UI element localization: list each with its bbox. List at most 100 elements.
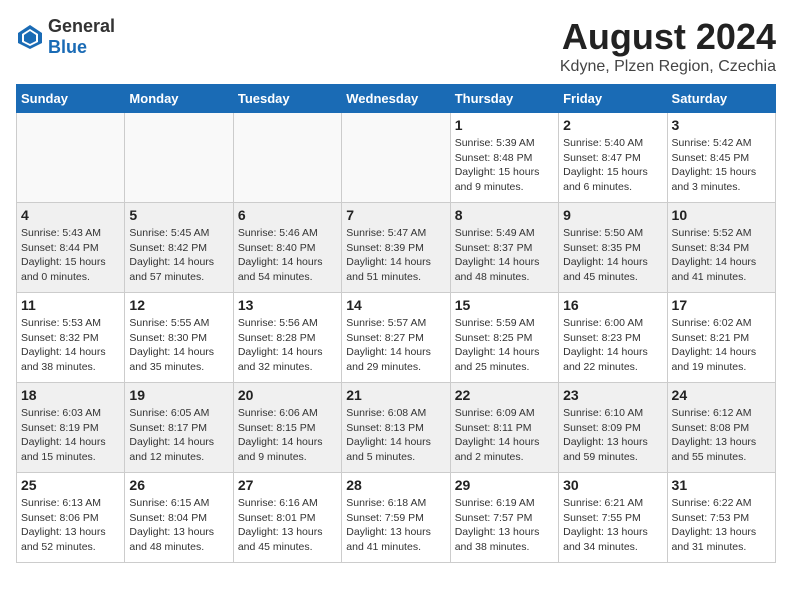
calendar-cell: 21 Sunrise: 6:08 AM Sunset: 8:13 PM Dayli… [342,383,450,473]
day-number: 13 [238,297,337,313]
calendar-cell: 22 Sunrise: 6:09 AM Sunset: 8:11 PM Dayli… [450,383,558,473]
day-info: Sunrise: 6:03 AM Sunset: 8:19 PM Dayligh… [21,406,120,465]
calendar-cell: 18 Sunrise: 6:03 AM Sunset: 8:19 PM Dayli… [17,383,125,473]
calendar-cell: 1 Sunrise: 5:39 AM Sunset: 8:48 PM Daylig… [450,113,558,203]
day-info: Sunrise: 6:18 AM Sunset: 7:59 PM Dayligh… [346,496,445,555]
day-info: Sunrise: 6:05 AM Sunset: 8:17 PM Dayligh… [129,406,228,465]
day-number: 15 [455,297,554,313]
day-number: 21 [346,387,445,403]
day-number: 19 [129,387,228,403]
day-number: 9 [563,207,662,223]
calendar-cell: 19 Sunrise: 6:05 AM Sunset: 8:17 PM Dayli… [125,383,233,473]
day-header-friday: Friday [559,85,667,113]
main-title: August 2024 [560,16,776,58]
day-info: Sunrise: 5:59 AM Sunset: 8:25 PM Dayligh… [455,316,554,375]
day-header-wednesday: Wednesday [342,85,450,113]
day-header-monday: Monday [125,85,233,113]
day-info: Sunrise: 6:22 AM Sunset: 7:53 PM Dayligh… [672,496,771,555]
calendar-cell: 8Sunrise: 5:49 AM Sunset: 8:37 PM Daylig… [450,203,558,293]
logo-blue: Blue [48,37,87,57]
day-info: Sunrise: 5:57 AM Sunset: 8:27 PM Dayligh… [346,316,445,375]
day-header-tuesday: Tuesday [233,85,341,113]
day-header-thursday: Thursday [450,85,558,113]
week-row-1: 1 Sunrise: 5:39 AM Sunset: 8:48 PM Daylig… [17,113,776,203]
day-number: 1 [455,117,554,133]
day-info: Sunrise: 6:08 AM Sunset: 8:13 PM Dayligh… [346,406,445,465]
calendar-cell [125,113,233,203]
day-info: Sunrise: 6:19 AM Sunset: 7:57 PM Dayligh… [455,496,554,555]
calendar-table: SundayMondayTuesdayWednesdayThursdayFrid… [16,84,776,563]
day-info: Sunrise: 5:46 AM Sunset: 8:40 PM Dayligh… [238,226,337,285]
header-row: SundayMondayTuesdayWednesdayThursdayFrid… [17,85,776,113]
day-number: 3 [672,117,771,133]
calendar-cell: 24Sunrise: 6:12 AM Sunset: 8:08 PM Dayli… [667,383,775,473]
day-number: 5 [129,207,228,223]
day-info: Sunrise: 6:06 AM Sunset: 8:15 PM Dayligh… [238,406,337,465]
day-number: 6 [238,207,337,223]
calendar-cell: 3 Sunrise: 5:42 AM Sunset: 8:45 PM Daylig… [667,113,775,203]
day-number: 11 [21,297,120,313]
day-info: Sunrise: 6:16 AM Sunset: 8:01 PM Dayligh… [238,496,337,555]
day-info: Sunrise: 6:10 AM Sunset: 8:09 PM Dayligh… [563,406,662,465]
day-number: 10 [672,207,771,223]
title-area: August 2024 Kdyne, Plzen Region, Czechia [560,16,776,76]
week-row-4: 18 Sunrise: 6:03 AM Sunset: 8:19 PM Dayli… [17,383,776,473]
day-info: Sunrise: 5:52 AM Sunset: 8:34 PM Dayligh… [672,226,771,285]
day-number: 18 [21,387,120,403]
day-number: 20 [238,387,337,403]
day-number: 28 [346,477,445,493]
logo-general: General [48,16,115,36]
calendar-cell [17,113,125,203]
day-info: Sunrise: 5:53 AM Sunset: 8:32 PM Dayligh… [21,316,120,375]
calendar-cell: 12 Sunrise: 5:55 AM Sunset: 8:30 PM Dayli… [125,293,233,383]
day-info: Sunrise: 6:02 AM Sunset: 8:21 PM Dayligh… [672,316,771,375]
day-info: Sunrise: 6:00 AM Sunset: 8:23 PM Dayligh… [563,316,662,375]
day-number: 26 [129,477,228,493]
day-info: Sunrise: 5:47 AM Sunset: 8:39 PM Dayligh… [346,226,445,285]
calendar-cell: 16Sunrise: 6:00 AM Sunset: 8:23 PM Dayli… [559,293,667,383]
day-number: 12 [129,297,228,313]
day-info: Sunrise: 5:39 AM Sunset: 8:48 PM Dayligh… [455,136,554,195]
day-header-sunday: Sunday [17,85,125,113]
week-row-3: 11 Sunrise: 5:53 AM Sunset: 8:32 PM Dayli… [17,293,776,383]
day-number: 22 [455,387,554,403]
week-row-5: 25Sunrise: 6:13 AM Sunset: 8:06 PM Dayli… [17,473,776,563]
day-info: Sunrise: 5:42 AM Sunset: 8:45 PM Dayligh… [672,136,771,195]
calendar-cell: 6 Sunrise: 5:46 AM Sunset: 8:40 PM Daylig… [233,203,341,293]
day-info: Sunrise: 5:49 AM Sunset: 8:37 PM Dayligh… [455,226,554,285]
calendar-cell: 20 Sunrise: 6:06 AM Sunset: 8:15 PM Dayli… [233,383,341,473]
calendar-cell: 5 Sunrise: 5:45 AM Sunset: 8:42 PM Daylig… [125,203,233,293]
calendar-cell: 25Sunrise: 6:13 AM Sunset: 8:06 PM Dayli… [17,473,125,563]
calendar-cell: 29Sunrise: 6:19 AM Sunset: 7:57 PM Dayli… [450,473,558,563]
day-number: 31 [672,477,771,493]
day-header-saturday: Saturday [667,85,775,113]
calendar-cell: 23Sunrise: 6:10 AM Sunset: 8:09 PM Dayli… [559,383,667,473]
calendar-cell [233,113,341,203]
calendar-cell: 15 Sunrise: 5:59 AM Sunset: 8:25 PM Dayli… [450,293,558,383]
calendar-cell: 9Sunrise: 5:50 AM Sunset: 8:35 PM Daylig… [559,203,667,293]
day-info: Sunrise: 5:43 AM Sunset: 8:44 PM Dayligh… [21,226,120,285]
day-info: Sunrise: 5:56 AM Sunset: 8:28 PM Dayligh… [238,316,337,375]
calendar-cell: 10 Sunrise: 5:52 AM Sunset: 8:34 PM Dayli… [667,203,775,293]
day-info: Sunrise: 5:45 AM Sunset: 8:42 PM Dayligh… [129,226,228,285]
header: General Blue August 2024 Kdyne, Plzen Re… [16,16,776,76]
day-number: 30 [563,477,662,493]
calendar-cell: 11 Sunrise: 5:53 AM Sunset: 8:32 PM Dayli… [17,293,125,383]
calendar-cell: 28 Sunrise: 6:18 AM Sunset: 7:59 PM Dayli… [342,473,450,563]
day-info: Sunrise: 5:55 AM Sunset: 8:30 PM Dayligh… [129,316,228,375]
day-number: 2 [563,117,662,133]
calendar-cell: 27Sunrise: 6:16 AM Sunset: 8:01 PM Dayli… [233,473,341,563]
calendar-cell: 31 Sunrise: 6:22 AM Sunset: 7:53 PM Dayli… [667,473,775,563]
day-info: Sunrise: 6:15 AM Sunset: 8:04 PM Dayligh… [129,496,228,555]
day-number: 24 [672,387,771,403]
day-info: Sunrise: 6:09 AM Sunset: 8:11 PM Dayligh… [455,406,554,465]
day-number: 17 [672,297,771,313]
day-number: 7 [346,207,445,223]
calendar-cell: 7 Sunrise: 5:47 AM Sunset: 8:39 PM Daylig… [342,203,450,293]
calendar-cell: 4 Sunrise: 5:43 AM Sunset: 8:44 PM Daylig… [17,203,125,293]
calendar-cell [342,113,450,203]
day-info: Sunrise: 6:21 AM Sunset: 7:55 PM Dayligh… [563,496,662,555]
day-number: 25 [21,477,120,493]
day-number: 4 [21,207,120,223]
day-number: 14 [346,297,445,313]
